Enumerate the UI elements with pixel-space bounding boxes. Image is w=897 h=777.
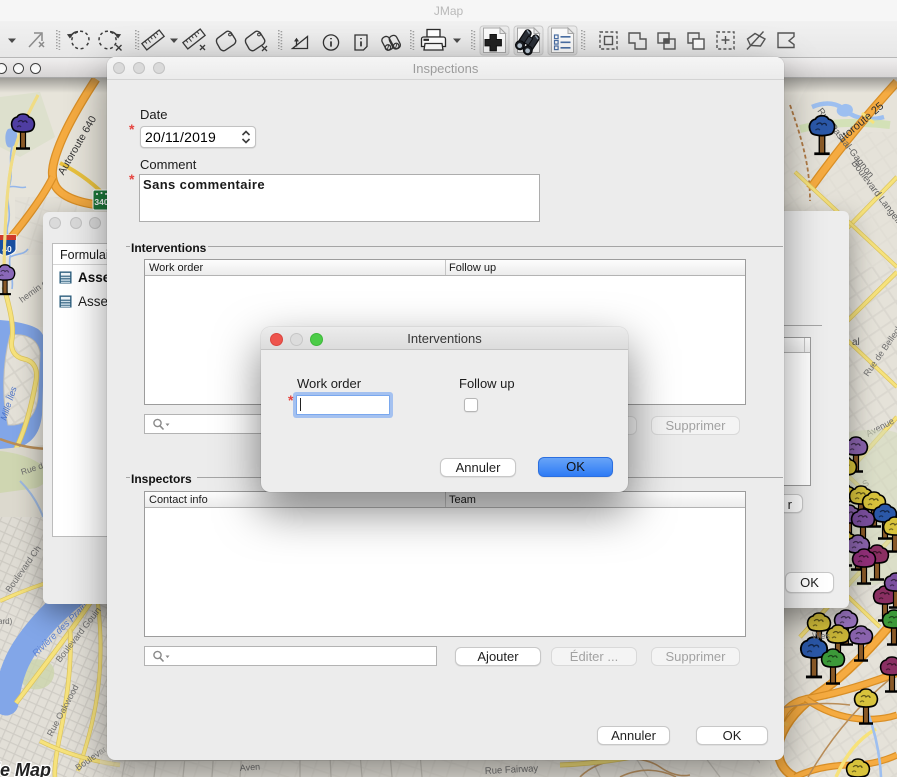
svg-text:ard): ard) — [0, 617, 13, 626]
svg-text:Aven: Aven — [239, 762, 260, 773]
svg-text:al: al — [852, 337, 860, 348]
svg-text:gle Map: gle Map — [0, 760, 51, 777]
svg-text:Wes: Wes — [812, 631, 830, 641]
